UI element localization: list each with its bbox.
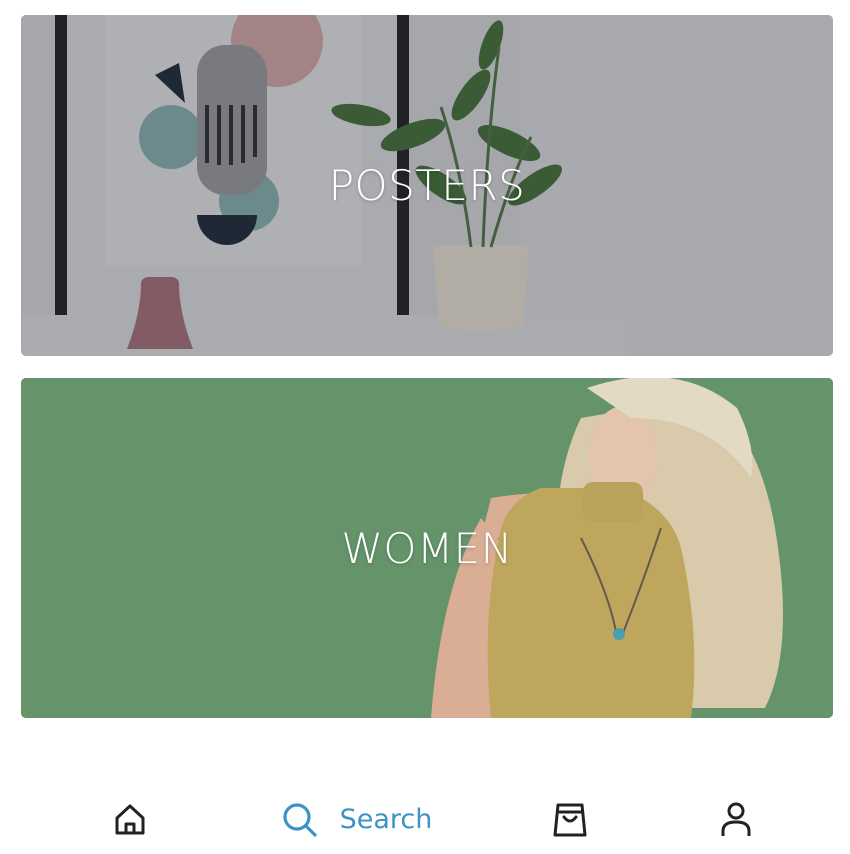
bottom-navigation: Search	[0, 785, 850, 854]
shopping-bag-icon	[553, 803, 587, 836]
nav-cart-button[interactable]	[530, 785, 610, 854]
search-icon	[283, 802, 317, 837]
nav-account-button[interactable]	[696, 785, 776, 854]
category-card-women[interactable]: WOMEN	[21, 378, 833, 718]
page: POSTERS WOMEN Search	[0, 0, 850, 854]
nav-search-button[interactable]: Search	[262, 785, 452, 854]
category-label-posters: POSTERS	[328, 161, 526, 210]
nav-search-label: Search	[339, 804, 433, 835]
home-icon	[115, 804, 145, 834]
category-label-women: WOMEN	[341, 524, 513, 573]
nav-home-button[interactable]	[90, 785, 170, 854]
user-icon	[721, 802, 751, 836]
category-card-posters[interactable]: POSTERS	[21, 15, 833, 356]
